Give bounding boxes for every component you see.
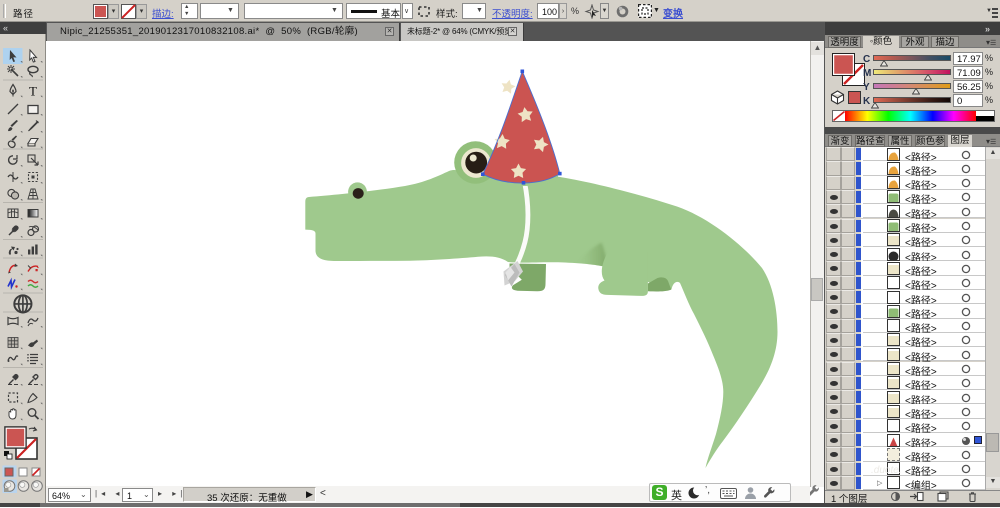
svg-text:T: T xyxy=(29,84,37,99)
